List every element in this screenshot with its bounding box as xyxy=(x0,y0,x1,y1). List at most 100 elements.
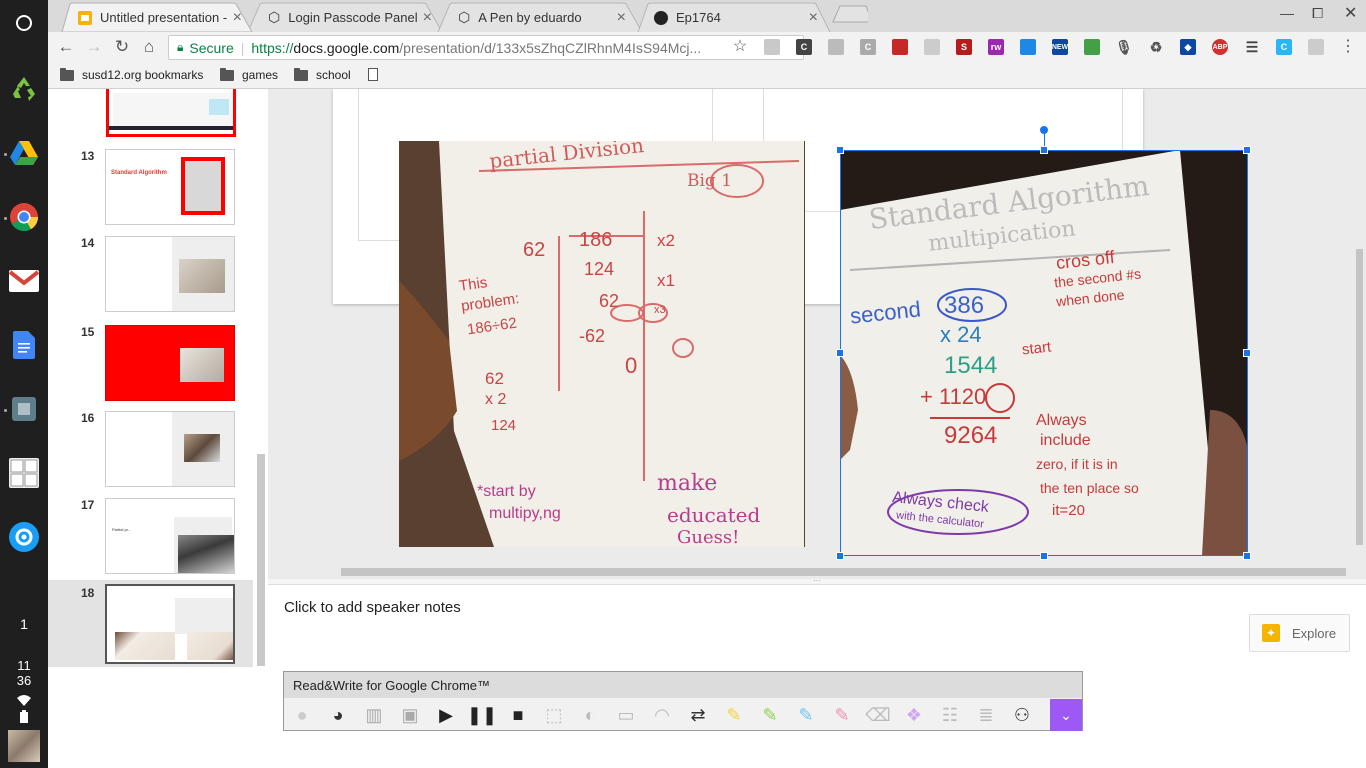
tab-close-icon[interactable]: × xyxy=(423,9,432,27)
resize-handle-top-right[interactable] xyxy=(1243,146,1251,154)
bookmark-folder-games[interactable]: games xyxy=(220,67,278,82)
address-bar[interactable]: 🔒︎ Secure | https:// docs.google.com /pr… xyxy=(168,35,804,60)
bookmark-page[interactable] xyxy=(368,68,378,81)
tab-close-icon[interactable]: × xyxy=(233,9,242,27)
rotate-handle[interactable] xyxy=(1040,126,1048,134)
resize-handle-bottom-right[interactable] xyxy=(1243,552,1251,560)
forward-icon[interactable]: → xyxy=(84,38,104,56)
tab-login-passcode[interactable]: ⬡ Login Passcode Panel × xyxy=(256,3,442,32)
stop-icon[interactable]: ■ xyxy=(507,704,529,726)
dictionary-icon[interactable]: ◕ xyxy=(327,704,349,726)
bookmark-star-icon[interactable]: ☆ xyxy=(730,38,750,56)
tab-google-slides[interactable]: Untitled presentation - Go × xyxy=(66,3,252,32)
editor-horizontal-scrollbar[interactable] xyxy=(341,568,1346,576)
highlight-pink-icon[interactable]: ✎ xyxy=(831,704,853,726)
highlight-green-icon[interactable]: ✎ xyxy=(759,704,781,726)
tab-close-icon[interactable]: × xyxy=(809,9,818,27)
home-icon[interactable]: ⌂ xyxy=(139,38,159,56)
new-extension-icon[interactable]: NEW xyxy=(1052,39,1068,55)
minimize-icon[interactable]: — xyxy=(1280,5,1294,21)
clear-highlights-icon[interactable]: ⌫ xyxy=(865,704,890,726)
filmstrip-scrollbar[interactable] xyxy=(257,454,265,666)
system-tray[interactable]: 1 11 36 xyxy=(0,616,48,768)
thumbnail-title: Partial pr... xyxy=(112,527,132,532)
audio-maker-icon[interactable]: ◐ xyxy=(579,704,601,726)
bookmark-folder-school[interactable]: school xyxy=(294,67,351,82)
resize-handle-bottom-left[interactable] xyxy=(836,552,844,560)
reload-icon[interactable]: ↻ xyxy=(112,38,132,56)
user-avatar[interactable] xyxy=(8,730,40,762)
copy-extension-icon[interactable] xyxy=(1308,39,1324,55)
recycle-extension-icon[interactable]: ♻︎ xyxy=(1148,39,1164,55)
resize-handle-bottom[interactable] xyxy=(1040,552,1048,560)
puzzle-extension-icon[interactable] xyxy=(828,39,844,55)
slide-thumbnail-12[interactable] xyxy=(106,89,236,137)
adblock-icon[interactable]: ABP xyxy=(1212,39,1228,55)
collect-highlights-icon[interactable]: ❖ xyxy=(903,704,925,726)
tab-close-icon[interactable]: × xyxy=(617,9,626,27)
resize-handle-top[interactable] xyxy=(1040,146,1048,154)
play-icon[interactable]: ▶ xyxy=(435,704,457,726)
slide-thumbnail-17[interactable]: Partial pr... xyxy=(105,498,235,574)
tab-github[interactable]: Ep1764 × xyxy=(642,3,828,32)
rw-extension-icon[interactable]: rw xyxy=(988,39,1004,55)
book-extension-icon[interactable] xyxy=(892,39,908,55)
headphones-icon[interactable]: ◠ xyxy=(651,704,673,726)
resize-handle-right[interactable] xyxy=(1243,349,1251,357)
resize-handle-left[interactable] xyxy=(836,349,844,357)
list-extension-icon[interactable]: ☰ xyxy=(1244,39,1260,55)
gmail-icon[interactable] xyxy=(7,264,41,298)
book-icon[interactable]: ▥ xyxy=(363,704,385,726)
expand-toolbar-button[interactable]: ⌄ xyxy=(1050,699,1082,731)
highlight-blue-icon[interactable]: ✎ xyxy=(795,704,817,726)
settings-icon[interactable] xyxy=(7,520,41,554)
simplify-icon[interactable]: ≣ xyxy=(975,704,997,726)
pen-extension-icon[interactable] xyxy=(1020,39,1036,55)
resize-handle-top-left[interactable] xyxy=(836,146,844,154)
tab-pen-eduardo[interactable]: ⬡ A Pen by eduardo × xyxy=(446,3,636,32)
picture-dictionary-icon[interactable]: ▣ xyxy=(399,704,421,726)
recycle-icon[interactable] xyxy=(7,72,41,106)
prediction-icon[interactable]: ● xyxy=(291,704,313,726)
clock-hour: 11 xyxy=(17,658,31,673)
chrome-menu-icon[interactable]: ⋮ xyxy=(1338,38,1358,56)
screen-mask-icon[interactable]: ▭ xyxy=(615,704,637,726)
screenshot-reader-icon[interactable]: ⬚ xyxy=(543,704,565,726)
speaker-notes-panel[interactable]: Click to add speaker notes ✦ Explore xyxy=(268,584,1366,668)
cube-app-icon[interactable] xyxy=(7,392,41,426)
back-icon[interactable]: ← xyxy=(56,38,76,56)
google-docs-icon[interactable] xyxy=(7,328,41,362)
slide-thumbnail-15[interactable] xyxy=(105,325,235,401)
c-grey-extension-icon[interactable]: C xyxy=(860,39,876,55)
camera-extension-icon[interactable] xyxy=(764,39,780,55)
highlight-yellow-icon[interactable]: ✎ xyxy=(723,704,745,726)
explore-button[interactable]: ✦ Explore xyxy=(1249,614,1350,652)
diamond-extension-icon[interactable]: ◆ xyxy=(1180,39,1196,55)
vocabulary-icon[interactable]: ☷ xyxy=(939,704,961,726)
c-blue-extension-icon[interactable]: C xyxy=(1276,39,1292,55)
editor-vertical-scrollbar[interactable] xyxy=(1356,249,1363,545)
slide-thumbnail-14[interactable] xyxy=(105,236,235,312)
pause-icon[interactable]: ❚❚ xyxy=(467,704,497,726)
photo-partial-division[interactable]: partial Division Big 1 62 186 124 62 -62… xyxy=(399,141,805,547)
c-extension-icon[interactable]: C xyxy=(796,39,812,55)
practice-reading-icon[interactable]: ⚇ xyxy=(1011,704,1033,726)
s-extension-icon[interactable]: S xyxy=(956,39,972,55)
bookmark-folder-susd12[interactable]: susd12.org bookmarks xyxy=(60,67,203,82)
notification-badge[interactable]: 1 xyxy=(0,616,48,636)
slide-thumbnail-13[interactable]: Standard Algorithm xyxy=(105,149,235,225)
chrome-icon[interactable] xyxy=(7,200,41,234)
g-extension-icon[interactable] xyxy=(1084,39,1100,55)
google-drive-icon[interactable] xyxy=(7,136,41,170)
shuffle-icon[interactable]: ⇄ xyxy=(687,704,709,726)
maximize-icon[interactable]: ⧠ xyxy=(1312,5,1323,22)
calculator-icon[interactable] xyxy=(7,456,41,490)
microphone-icon[interactable]: 🎙︎ xyxy=(1115,39,1133,55)
launcher-icon[interactable] xyxy=(7,6,41,40)
speaker-notes-placeholder[interactable]: Click to add speaker notes xyxy=(284,599,461,616)
photo-standard-algorithm[interactable]: Standard Algorithm multipication second … xyxy=(840,150,1248,556)
close-window-icon[interactable]: ✕ xyxy=(1344,3,1357,23)
slide-thumbnail-18[interactable] xyxy=(105,584,235,664)
slides-extension-icon[interactable] xyxy=(924,39,940,55)
slide-thumbnail-16[interactable] xyxy=(105,411,235,487)
